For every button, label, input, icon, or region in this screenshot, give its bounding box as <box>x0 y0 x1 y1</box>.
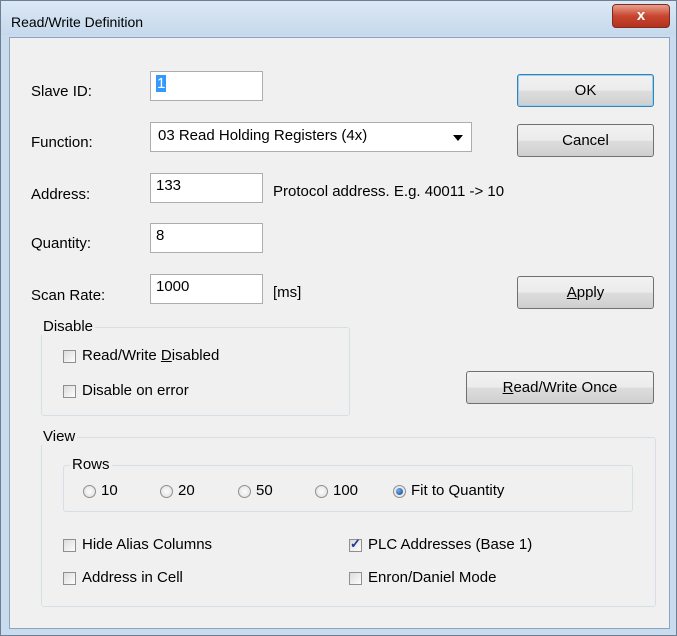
rows-group-title: Rows <box>70 456 112 473</box>
disable-on-error-label[interactable]: Disable on error <box>82 382 189 399</box>
disable-on-error-checkbox[interactable] <box>63 385 76 398</box>
dialog-window: Read/Write Definition x Slave ID: 1 Func… <box>0 0 677 636</box>
rows-radio-100[interactable] <box>315 485 328 498</box>
scan-rate-input[interactable]: 1000 <box>150 274 263 304</box>
slave-id-input[interactable]: 1 <box>150 71 263 101</box>
rows-option-50[interactable]: 50 <box>256 482 273 499</box>
title-bar[interactable]: Read/Write Definition x <box>1 1 676 35</box>
rows-radio-fit-to-quantity[interactable] <box>393 485 406 498</box>
address-in-cell-checkbox[interactable] <box>63 572 76 585</box>
read-write-once-button[interactable]: Read/Write Once <box>466 371 654 404</box>
plc-addresses-label[interactable]: PLC Addresses (Base 1) <box>368 536 532 553</box>
view-group-title: View <box>41 428 78 445</box>
checkmark-icon: ✓ <box>350 536 361 551</box>
rows-option-100[interactable]: 100 <box>333 482 358 499</box>
ok-button[interactable]: OK <box>517 74 654 107</box>
read-write-disabled-label[interactable]: Read/Write Disabled <box>82 347 219 364</box>
cancel-button[interactable]: Cancel <box>517 124 654 157</box>
scan-rate-label: Scan Rate: <box>31 287 106 304</box>
close-button[interactable]: x <box>612 4 670 28</box>
address-input[interactable]: 133 <box>150 173 263 203</box>
disable-group <box>41 327 350 416</box>
hide-alias-columns-checkbox[interactable] <box>63 539 76 552</box>
chevron-down-icon <box>453 135 463 141</box>
enron-daniel-mode-label[interactable]: Enron/Daniel Mode <box>368 569 496 586</box>
close-icon: x <box>636 7 646 24</box>
address-in-cell-label[interactable]: Address in Cell <box>82 569 183 586</box>
rows-option-20[interactable]: 20 <box>178 482 195 499</box>
disable-group-title: Disable <box>41 318 96 335</box>
rows-radio-50[interactable] <box>238 485 251 498</box>
function-select[interactable]: 03 Read Holding Registers (4x) <box>150 122 472 152</box>
rows-radio-20[interactable] <box>160 485 173 498</box>
slave-id-label: Slave ID: <box>31 83 92 100</box>
function-label: Function: <box>31 134 93 151</box>
dialog-client-area: Slave ID: 1 Function: 03 Read Holding Re… <box>9 37 670 629</box>
function-select-value: 03 Read Holding Registers (4x) <box>158 127 368 144</box>
plc-addresses-checkbox[interactable]: ✓ <box>349 536 362 552</box>
scan-rate-unit: [ms] <box>273 284 302 301</box>
address-hint: Protocol address. E.g. 40011 -> 10 <box>273 183 505 200</box>
rows-radio-10[interactable] <box>83 485 96 498</box>
quantity-input[interactable]: 8 <box>150 223 263 253</box>
address-label: Address: <box>31 186 91 203</box>
apply-button[interactable]: Apply <box>517 276 654 309</box>
radio-selected-dot <box>396 488 403 495</box>
rows-option-fit-to-quantity[interactable]: Fit to Quantity <box>411 482 504 499</box>
hide-alias-columns-label[interactable]: Hide Alias Columns <box>82 536 212 553</box>
rows-option-10[interactable]: 10 <box>101 482 118 499</box>
quantity-label: Quantity: <box>31 235 92 252</box>
read-write-disabled-checkbox[interactable] <box>63 350 76 363</box>
enron-daniel-mode-checkbox[interactable] <box>349 572 362 585</box>
window-title: Read/Write Definition <box>11 14 144 30</box>
